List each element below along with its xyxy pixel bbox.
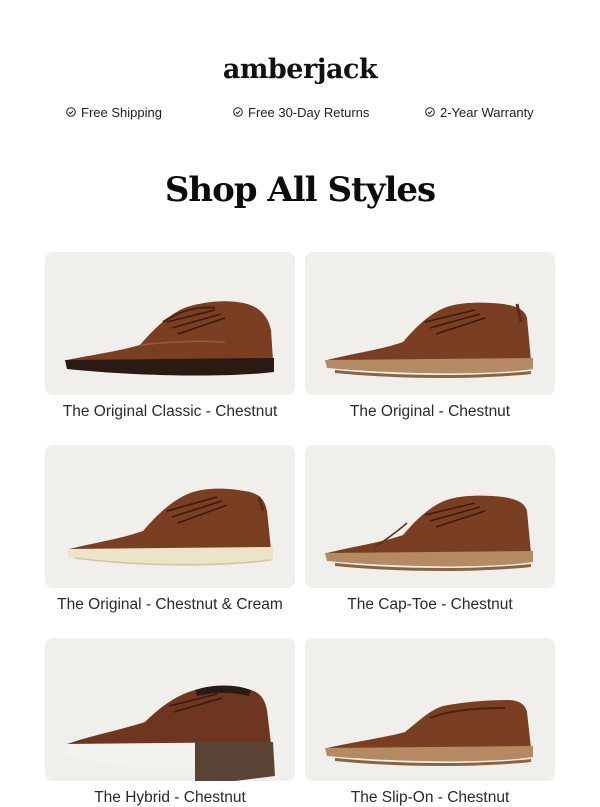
check-circle-icon — [425, 107, 435, 117]
brand-logo[interactable]: amberjack — [0, 54, 600, 85]
shoe-image — [325, 700, 533, 767]
shoe-image — [65, 685, 275, 781]
product-card-original[interactable]: The Original - Chestnut — [305, 252, 555, 421]
shoe-image — [67, 488, 273, 566]
product-name[interactable]: The Original - Chestnut — [305, 403, 555, 421]
benefit-free-returns: Free 30-Day Returns — [233, 102, 369, 122]
product-card-hybrid[interactable]: The Hybrid - Chestnut — [45, 638, 295, 807]
product-image[interactable] — [45, 638, 295, 781]
product-name[interactable]: The Original Classic - Chestnut — [45, 403, 295, 421]
benefit-warranty: 2-Year Warranty — [425, 102, 534, 122]
product-image[interactable] — [305, 638, 555, 781]
section-title: Shop All Styles — [164, 170, 436, 210]
shoe-image — [325, 302, 533, 379]
benefit-label: Free Shipping — [81, 104, 162, 120]
product-name[interactable]: The Hybrid - Chestnut — [45, 789, 295, 807]
product-card-original-classic[interactable]: The Original Classic - Chestnut — [45, 252, 295, 421]
check-circle-icon — [66, 107, 76, 117]
product-card-original-cream[interactable]: The Original - Chestnut & Cream — [45, 445, 295, 614]
check-circle-icon — [233, 107, 243, 117]
benefit-free-shipping: Free Shipping — [66, 102, 162, 122]
product-card-cap-toe[interactable]: The Cap-Toe - Chestnut — [305, 445, 555, 614]
benefit-label: 2-Year Warranty — [440, 104, 534, 120]
product-card-slip-on[interactable]: The Slip-On - Chestnut — [305, 638, 555, 807]
product-image[interactable] — [305, 445, 555, 588]
shoe-image — [65, 301, 274, 376]
benefit-label: Free 30-Day Returns — [248, 104, 370, 120]
benefits-bar: Free Shipping Free 30-Day Returns 2-Year… — [0, 102, 600, 122]
product-image[interactable] — [305, 252, 555, 395]
product-name[interactable]: The Original - Chestnut & Cream — [45, 596, 295, 614]
product-name[interactable]: The Cap-Toe - Chestnut — [305, 596, 555, 614]
product-image[interactable] — [45, 252, 295, 395]
product-name[interactable]: The Slip-On - Chestnut — [305, 789, 555, 807]
shoe-image — [325, 495, 533, 572]
product-image[interactable] — [45, 445, 295, 588]
